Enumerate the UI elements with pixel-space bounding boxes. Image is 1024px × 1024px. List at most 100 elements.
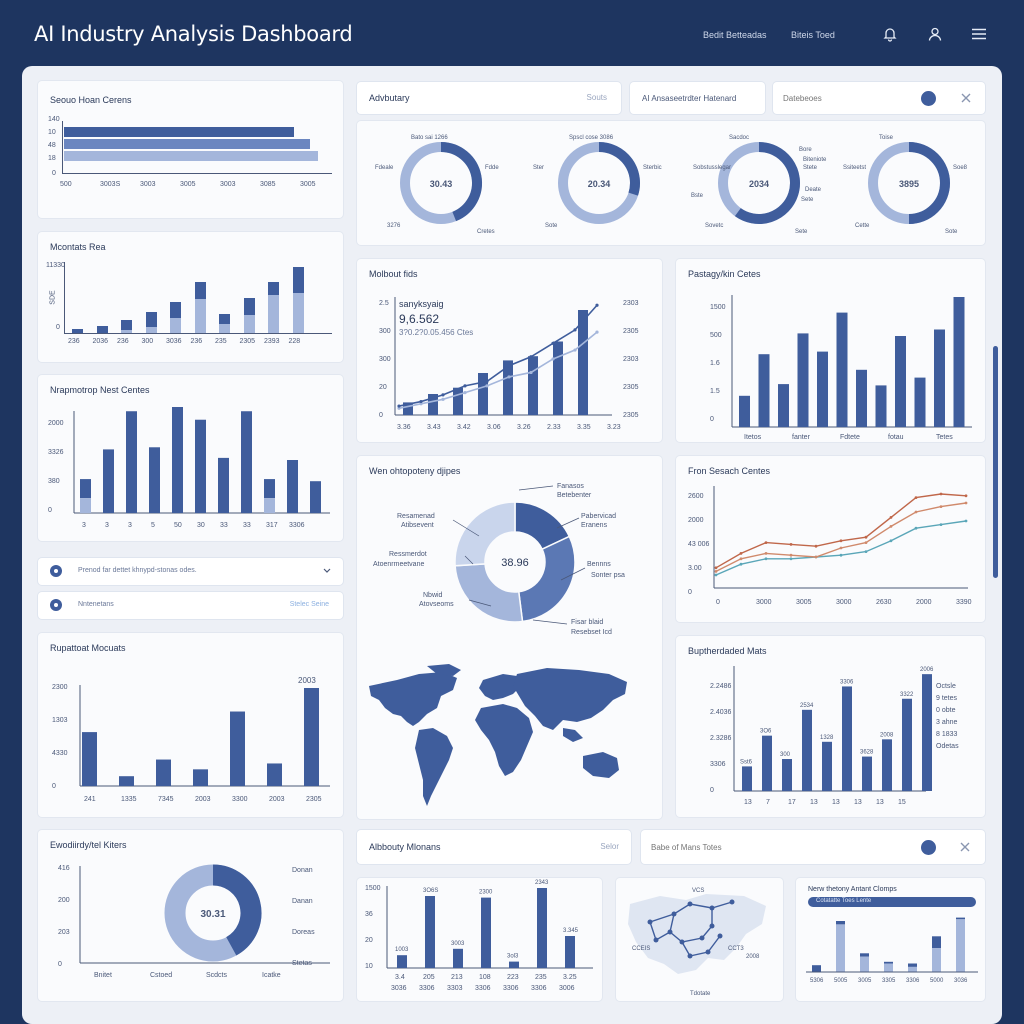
chevron-down-icon bbox=[323, 568, 331, 573]
donut-annotation: Sovetc bbox=[705, 223, 723, 229]
x-tick: 3.36 bbox=[397, 424, 411, 431]
x-tick: 3003 bbox=[140, 181, 156, 188]
line-point bbox=[739, 552, 743, 555]
y-tick: 300 bbox=[379, 356, 391, 363]
bar bbox=[875, 385, 887, 427]
info-icon[interactable] bbox=[921, 840, 936, 855]
close-icon[interactable] bbox=[959, 841, 971, 853]
category-dropdown[interactable]: Advbutary Souts bbox=[357, 82, 621, 114]
bar bbox=[836, 312, 848, 427]
y-tick: 4330 bbox=[52, 750, 68, 757]
header-link-1[interactable]: Bedit Betteadas bbox=[703, 30, 767, 40]
donut-center-value: 30.43 bbox=[430, 179, 453, 189]
y-tick: 36 bbox=[365, 911, 373, 918]
bar-annotation: 2003 bbox=[298, 676, 316, 685]
bar bbox=[267, 763, 282, 786]
line-point bbox=[419, 399, 423, 404]
donut-annotation: Bato sai 1266 bbox=[411, 135, 448, 141]
map-asia bbox=[513, 668, 627, 730]
bar-chart: 2.24862.40362.328633060Sst63O63002534132… bbox=[710, 666, 959, 806]
line-point bbox=[864, 550, 868, 553]
line-point bbox=[529, 370, 533, 375]
bar-light bbox=[194, 299, 206, 333]
close-icon[interactable] bbox=[960, 92, 972, 104]
x-tick: 33 bbox=[220, 522, 228, 529]
header-link-2[interactable]: Biteis Toed bbox=[791, 30, 835, 40]
bar bbox=[802, 709, 812, 791]
y-tick: 18 bbox=[48, 155, 56, 162]
donut-annotation: 3276 bbox=[387, 223, 401, 229]
card-multi-line: Fron Sesach Centes 2600 2000 43 006 3.00 0 0 3… bbox=[676, 456, 985, 622]
bar-dark bbox=[884, 961, 893, 964]
search-input[interactable] bbox=[783, 90, 913, 106]
card-line-bars: Molbout fids sanyksyaig 9,6.562 3?0.2?0.… bbox=[357, 259, 662, 442]
card-horizontal-bars: Seouo Hoan Cerens 140 10 48 18 0 500 3003… bbox=[38, 81, 343, 218]
bar bbox=[914, 377, 926, 427]
scrollbar-thumb[interactable] bbox=[993, 346, 998, 578]
y-tick: 10 bbox=[48, 129, 56, 136]
info-icon[interactable] bbox=[921, 91, 936, 106]
metrics-dropdown[interactable]: Albbouty Mlonans Selor bbox=[357, 830, 631, 864]
bell-icon[interactable] bbox=[882, 26, 898, 42]
pie-label: Fisar blaid bbox=[571, 619, 603, 626]
line-point bbox=[789, 543, 793, 546]
x-tick: 2.33 bbox=[547, 424, 561, 431]
pie-leader-line bbox=[518, 485, 554, 491]
bar bbox=[882, 739, 892, 791]
pie-leader-line bbox=[532, 619, 568, 625]
network-label: CCT3 bbox=[728, 946, 744, 952]
bar-light bbox=[292, 293, 304, 333]
donut-center-value: 3895 bbox=[899, 179, 919, 189]
card-donut-bottom: Ewodiirdy/tel Kiters 416 200 203 0 30.31 Bnit… bbox=[38, 830, 343, 1001]
pie-label: Betebenter bbox=[557, 492, 592, 499]
user-icon[interactable] bbox=[927, 26, 943, 42]
legend-item: 8 1833 bbox=[936, 731, 958, 738]
x-tick: 50 bbox=[174, 522, 182, 529]
line-point bbox=[814, 555, 818, 559]
bar-dark bbox=[145, 312, 157, 328]
bar bbox=[934, 329, 945, 427]
x-tick: 2305 bbox=[239, 338, 256, 345]
bar-chart: 2300 1303 4330 0 2003 241 1335 7345 2003 3300 2003… bbox=[52, 676, 330, 803]
filter-text: Nntenetans bbox=[78, 601, 114, 608]
hbar bbox=[64, 139, 310, 149]
y-tick: 0 bbox=[52, 783, 56, 790]
line-chart: 2600 2000 43 006 3.00 0 0 3000 3005 3000 2630 2000… bbox=[688, 486, 972, 606]
bar bbox=[902, 698, 912, 791]
x-tick: fotau bbox=[888, 434, 904, 441]
pie-label: Resamenad bbox=[397, 513, 435, 520]
x-tick: 13 bbox=[876, 799, 884, 806]
x-tick: 3085 bbox=[260, 181, 276, 188]
filter-text: Prenod far dettet khnypd-stonas odes. bbox=[78, 567, 197, 574]
x-tick: 2305 bbox=[306, 796, 322, 803]
line-point bbox=[551, 357, 555, 361]
line-point bbox=[507, 375, 511, 379]
analysis-filter[interactable]: AI Ansaseetrdter Hatenard bbox=[630, 82, 765, 114]
bar bbox=[528, 356, 538, 415]
x-tick: 3.4 bbox=[395, 974, 405, 981]
bar-dark bbox=[194, 281, 206, 300]
filter-dropdown[interactable]: Prenod far dettet khnypd-stonas odes. bbox=[38, 558, 343, 585]
search-input-2[interactable] bbox=[651, 839, 851, 855]
bar-dark bbox=[310, 481, 321, 513]
x-tick: 3 bbox=[105, 522, 109, 529]
pie-label: Bennns bbox=[587, 561, 611, 568]
map-silhouette bbox=[628, 894, 766, 974]
y-tick: 1500 bbox=[365, 885, 381, 892]
y-tick: 2000 bbox=[688, 517, 704, 524]
radio-icon bbox=[50, 565, 62, 577]
bar bbox=[453, 387, 463, 415]
donut-annotation: Fdde bbox=[485, 165, 499, 171]
bar-value-label: 3003 bbox=[451, 941, 465, 947]
bar-chart: 2000332638003 3 3 5 50 30 33 33 317 3306 bbox=[48, 407, 330, 529]
x-tick: 213 bbox=[451, 974, 463, 981]
x-tick: 3005 bbox=[180, 181, 196, 188]
network-label: VCS bbox=[692, 888, 704, 894]
dropdown-label: Albbouty Mlonans bbox=[369, 842, 441, 852]
filter-option[interactable]: Nntenetans Stelec Seine bbox=[38, 592, 343, 619]
bar-dark bbox=[172, 407, 183, 513]
bar-light bbox=[145, 327, 157, 333]
menu-icon[interactable] bbox=[971, 26, 987, 42]
line-point bbox=[939, 505, 943, 508]
y-tick: 11330 bbox=[46, 262, 65, 269]
